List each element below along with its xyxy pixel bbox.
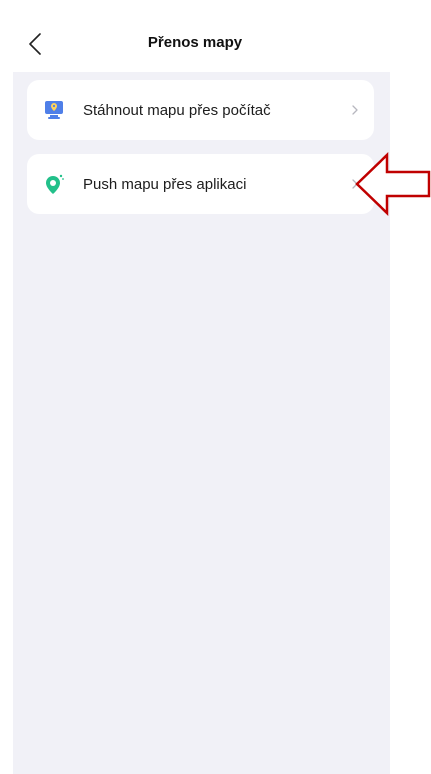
- menu-item-label: Push mapu přes aplikaci: [83, 175, 247, 193]
- chevron-right-icon: [350, 103, 360, 117]
- content-area: Stáhnout mapu přes počítač Push mapu pře…: [13, 72, 390, 774]
- menu-item-push-via-app[interactable]: Push mapu přes aplikaci: [27, 154, 374, 214]
- header: Přenos mapy: [0, 0, 390, 72]
- map-pin-sparkle-icon: [43, 173, 65, 195]
- computer-map-pin-icon: [43, 99, 65, 121]
- red-outline-arrow-icon: [355, 152, 431, 216]
- menu-item-download-via-computer[interactable]: Stáhnout mapu přes počítač: [27, 80, 374, 140]
- page-title: Přenos mapy: [147, 34, 243, 51]
- screen: Přenos mapy Stáhnout mapu přes počítač P…: [0, 0, 431, 774]
- menu-item-label: Stáhnout mapu přes počítač: [83, 101, 271, 119]
